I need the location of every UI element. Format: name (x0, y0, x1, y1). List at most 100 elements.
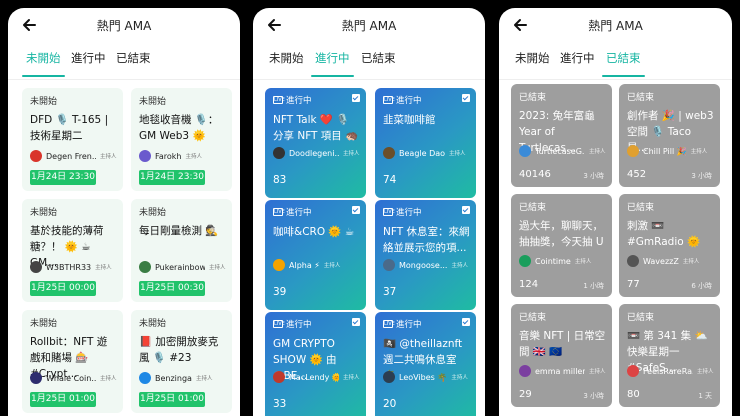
tab-upcoming[interactable]: 未開始 (22, 50, 64, 77)
card-title: 音樂 NFT | 日常空間 🇬🇧 🇪🇺 (519, 330, 606, 358)
checkbox-icon (352, 94, 360, 102)
host-avatar (30, 372, 42, 384)
ama-card[interactable]: 未開始 基於技能的薄荷糖？！ 🌞 ☕ GM... W3BTHR33 主持人 1月2… (22, 199, 123, 302)
host-role: 主持人 (209, 265, 226, 271)
listener-count: 80 (627, 389, 640, 400)
host-avatar (519, 255, 531, 267)
host-name: Chill Pill 🎉 (643, 146, 687, 156)
host-name: W3BTHR33 (46, 262, 92, 272)
screen-upcoming: 熱門 AMA 未開始 進行中 已結束 未開始 DFD 🎙️ T-165 |技術星… (8, 8, 240, 416)
host-role: 主持人 (343, 151, 360, 157)
ama-card[interactable]: LIVE 進行中 GM CRYPTO SHOW 🌞 由 @BE... MacLen… (265, 312, 366, 416)
card-status: 未開始 (30, 208, 58, 218)
host-role: 主持人 (95, 265, 112, 271)
host-role: 主持人 (100, 154, 117, 160)
ama-card[interactable]: 未開始 📕 加密開放麥克風 🎙️ #23 Benzinga 主持人 1月25日 0… (131, 310, 232, 413)
tab-ongoing[interactable]: 進行中 (560, 50, 595, 66)
page-title: 熱門 AMA (96, 19, 152, 33)
ama-card[interactable]: 未開始 每日剛量檢測 🕵️ Pukerainbow 主持人 1月25日 00:30 (131, 199, 232, 302)
ama-card[interactable]: 未開始 地毯收音機 🎙️：GM Web3 🌞 Farokh 主持人 1月24日 2… (131, 88, 232, 191)
listener-count: 37 (383, 286, 397, 298)
host-avatar (383, 259, 395, 271)
live-icon: LIVE (273, 320, 285, 328)
host-role: 主持人 (690, 149, 708, 155)
screen-ended: 熱門 AMA 未開始 進行中 已結束 已結束 2023: 兔年富龜 Year o… (499, 8, 732, 416)
host-avatar (139, 261, 151, 273)
card-status: LIVE 進行中 (273, 206, 312, 218)
host-name: Whale Coin... (46, 373, 96, 383)
status-label: 進行中 (396, 208, 422, 218)
time-ago: 1 天 (698, 392, 712, 400)
card-title: DFD 🎙️ T-165 |技術星期二 (30, 114, 109, 142)
screen-ongoing: 熱門 AMA 未開始 進行中 已結束 LIVE 進行中 NFT Talk ❤️ 🎙… (253, 8, 485, 416)
ama-card[interactable]: 已結束 過大年，聊聊天，抽抽獎，今天抽 U Cointime 主持人 124 1 … (511, 194, 612, 297)
card-host: TurtlecaseG... 主持人 (519, 144, 608, 158)
card-host: MacLendy 🌞 主持人 (273, 370, 362, 384)
host-name: Degen Fren... (46, 151, 96, 161)
tab-bar: 未開始 進行中 已結束 (8, 44, 240, 80)
card-status: LIVE 進行中 (383, 318, 422, 330)
card-status: 未開始 (139, 208, 167, 218)
top-bar: 熱門 AMA (499, 8, 732, 44)
ama-card[interactable]: LIVE進行中 🏴‍☠️ @theillaznft 週二共鳴休息室 🌴 LeoV… (375, 312, 476, 416)
tab-bar: 未開始 進行中 已結束 (499, 44, 732, 80)
ama-card[interactable]: LIVE 進行中 NFT Talk ❤️ 🎙️ 分享 NFT 項目 🦔 Doodl… (265, 88, 366, 198)
tab-ended[interactable]: 已結束 (361, 50, 396, 66)
host-name: Doodlegeni... (289, 148, 339, 158)
card-host: Pukerainbow 主持人 (139, 260, 228, 274)
card-status: 已結束 (519, 203, 547, 213)
host-role: 主持人 (682, 259, 700, 265)
tab-ongoing[interactable]: 進行中 (71, 50, 106, 66)
tab-upcoming[interactable]: 未開始 (269, 50, 304, 66)
host-role: 主持人 (697, 369, 714, 375)
host-avatar (139, 150, 151, 162)
card-status: 未開始 (139, 97, 167, 107)
ama-card[interactable]: LIVE 進行中 咖啡&CRO 🌞 ☕ Alpha ⚡ 主持人 39 (265, 200, 366, 310)
host-avatar (383, 371, 395, 383)
card-title: 咖啡&CRO 🌞 ☕ (273, 226, 355, 238)
card-status: LIVE 進行中 (383, 206, 422, 218)
card-title: 每日剛量檢測 🕵️ (139, 225, 219, 237)
listener-count: 77 (627, 279, 640, 290)
host-avatar (519, 365, 531, 377)
top-bar: 熱門 AMA (253, 8, 485, 44)
ama-card[interactable]: 已結束 📼 第 341 集 ⛅ 快樂星期一 #SafeS... FeelsRar… (619, 304, 720, 407)
host-role: 主持人 (589, 369, 606, 375)
ama-card[interactable]: 已結束 2023: 兔年富龜 Year of Turtlecas... Turt… (511, 84, 612, 187)
checkbox-icon (462, 94, 470, 102)
host-name: emma miller... (535, 366, 585, 376)
card-host: Alpha ⚡ 主持人 (273, 258, 362, 272)
ama-card[interactable]: LIVE 進行中 NFT 休息室：來網絡並展示您的項... Mongoose...… (375, 200, 476, 310)
live-icon: LIVE (273, 208, 285, 216)
listener-count: 39 (273, 286, 287, 298)
ama-card[interactable]: 未開始 Rollbit：NFT 遊戲和賭場 🎰 #Crypt... Whale … (22, 310, 123, 413)
card-title: 地毯收音機 🎙️：GM Web3 🌞 (139, 114, 219, 142)
host-role: 主持人 (589, 149, 606, 155)
host-avatar (273, 147, 285, 159)
card-status: 已結束 (519, 313, 547, 323)
tab-ended[interactable]: 已結束 (602, 50, 644, 77)
card-host: Cointime 主持人 (519, 254, 608, 268)
card-host: LeoVibes 🌴 主持人 (383, 370, 472, 384)
listener-count: 20 (383, 398, 397, 410)
ama-card[interactable]: LIVE 進行中 韭菜咖啡館 Beagle Dao 主持人 74 (375, 88, 476, 198)
ama-card[interactable]: 已結束 刺激 📼 #GmRadio 🌞 WavezzZ 主持人 77 6 小時 (619, 194, 720, 297)
ama-card[interactable]: 已結束 創作者 🎉 | web3 空間 🎙️ Taco 星... Chill P… (619, 84, 720, 187)
card-status: 已結束 (627, 313, 655, 323)
card-status: 已結束 (519, 93, 547, 103)
ama-card[interactable]: 已結束 音樂 NFT | 日常空間 🇬🇧 🇪🇺 emma miller... 主持… (511, 304, 612, 407)
card-status: LIVE 進行中 (273, 318, 312, 330)
card-host: W3BTHR33 主持人 (30, 260, 119, 274)
card-host: Beagle Dao 主持人 (383, 146, 472, 160)
host-avatar (519, 145, 531, 157)
host-avatar (383, 147, 395, 159)
host-name: Alpha ⚡ (289, 260, 320, 270)
tab-ended[interactable]: 已結束 (116, 50, 151, 66)
date-badge: 1月25日 00:30 (139, 281, 205, 296)
status-label: 進行中 (396, 96, 422, 106)
tab-ongoing[interactable]: 進行中 (311, 50, 353, 77)
tab-upcoming[interactable]: 未開始 (515, 50, 550, 66)
ama-card[interactable]: 未開始 DFD 🎙️ T-165 |技術星期二 Degen Fren... 主持人… (22, 88, 123, 191)
host-name: LeoVibes 🌴 (399, 372, 448, 382)
host-role: 主持人 (449, 151, 466, 157)
